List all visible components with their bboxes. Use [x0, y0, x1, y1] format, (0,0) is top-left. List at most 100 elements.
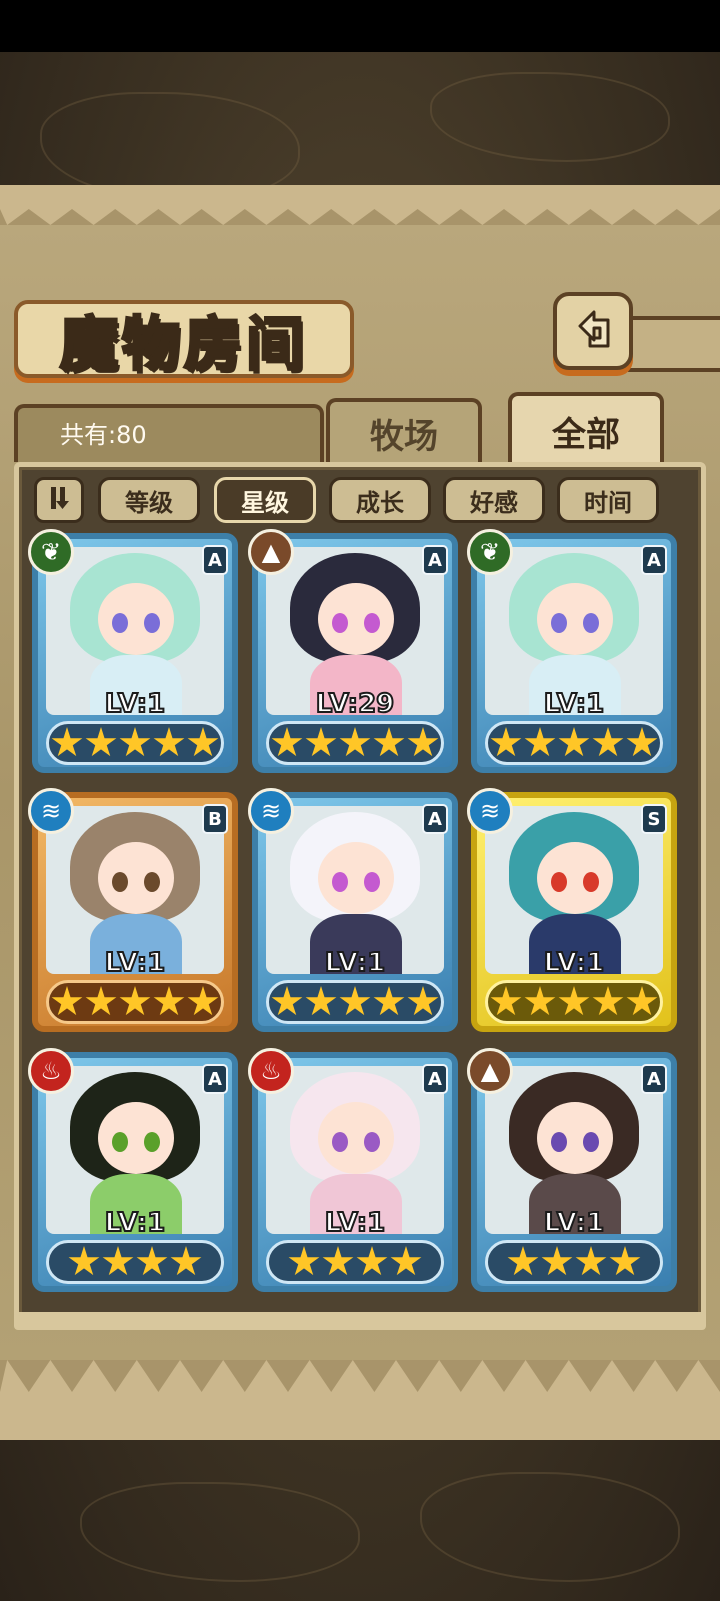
star-icon: [153, 727, 185, 757]
portrait-eye: [364, 872, 380, 892]
monster-count: 共有:80: [60, 421, 147, 449]
rank-badge: A: [641, 545, 667, 575]
star-icon: [524, 727, 556, 757]
monster-card[interactable]: ❦ A LV:1: [28, 529, 238, 773]
star-icon: [170, 1246, 202, 1276]
rank-badge: A: [422, 545, 448, 575]
portrait-face: [98, 583, 174, 655]
monster-level: LV:1: [104, 1207, 166, 1239]
sort-by-level-button[interactable]: 等级: [98, 477, 200, 523]
star-rating: [266, 721, 444, 765]
monster-level: LV:1: [104, 688, 166, 720]
sort-order-icon: [44, 483, 74, 517]
portrait-eye: [112, 872, 128, 892]
portrait-face: [318, 583, 394, 655]
portrait-face: [537, 583, 613, 655]
sort-by-star-button[interactable]: 星级: [214, 477, 316, 523]
star-icon: [626, 986, 658, 1016]
monster-card[interactable]: ♨ A LV:1: [248, 1048, 458, 1292]
star-rating: [485, 721, 663, 765]
star-icon: [271, 727, 303, 757]
portrait-eye: [551, 613, 567, 633]
earth-element-icon: ▲: [248, 529, 294, 575]
sort-by-affinity-button[interactable]: 好感: [443, 477, 545, 523]
star-icon: [339, 727, 371, 757]
portrait-face: [98, 1102, 174, 1174]
tab-all[interactable]: 全部: [508, 392, 664, 466]
rank-badge: A: [641, 1064, 667, 1094]
portrait-eye: [364, 613, 380, 633]
star-rating: [46, 1240, 224, 1284]
monster-card[interactable]: ▲ A LV:1: [467, 1048, 677, 1292]
star-icon: [507, 1246, 539, 1276]
sort-by-growth-button[interactable]: 成长: [329, 477, 431, 523]
portrait-face: [318, 842, 394, 914]
portrait-eye: [332, 613, 348, 633]
portrait-eye: [112, 613, 128, 633]
monster-card[interactable]: ▲ A LV:29: [248, 529, 458, 773]
rank-badge: A: [422, 1064, 448, 1094]
star-rating: [485, 1240, 663, 1284]
star-icon: [339, 986, 371, 1016]
star-icon: [305, 986, 337, 1016]
star-icon: [407, 727, 439, 757]
star-icon: [592, 986, 624, 1016]
star-icon: [51, 727, 83, 757]
sort-label: 星级: [241, 488, 289, 517]
star-icon: [541, 1246, 573, 1276]
portrait-eye: [144, 1132, 160, 1152]
portrait-eye: [144, 613, 160, 633]
sort-by-time-button[interactable]: 时间: [557, 477, 659, 523]
portrait-eye: [332, 872, 348, 892]
fire-element-icon: ♨: [248, 1048, 294, 1094]
tab-ranch[interactable]: 牧场: [326, 398, 482, 464]
sort-label: 等级: [125, 488, 173, 517]
star-rating: [46, 980, 224, 1024]
star-icon: [305, 727, 337, 757]
earth-element-icon: ▲: [467, 1048, 513, 1094]
portrait-face: [537, 842, 613, 914]
star-icon: [490, 986, 522, 1016]
return-arrow-icon: [568, 304, 618, 358]
star-icon: [85, 986, 117, 1016]
fire-element-icon: ♨: [28, 1048, 74, 1094]
portrait-eye: [364, 1132, 380, 1152]
rank-badge: A: [202, 1064, 228, 1094]
sort-label: 时间: [584, 488, 632, 517]
monster-card[interactable]: ≋ A LV:1: [248, 788, 458, 1032]
star-rating: [485, 980, 663, 1024]
star-icon: [271, 986, 303, 1016]
portrait-eye: [551, 872, 567, 892]
monster-level: LV:1: [543, 688, 605, 720]
monster-card[interactable]: ♨ A LV:1: [28, 1048, 238, 1292]
star-icon: [119, 986, 151, 1016]
star-icon: [490, 727, 522, 757]
monster-level: LV:1: [543, 1207, 605, 1239]
rank-badge: B: [202, 804, 228, 834]
monster-card[interactable]: ≋ B LV:1: [28, 788, 238, 1032]
monster-card[interactable]: ❦ A LV:1: [467, 529, 677, 773]
rank-badge: A: [202, 545, 228, 575]
rank-badge: A: [422, 804, 448, 834]
title-plaque: 魔物房间: [14, 300, 354, 380]
portrait-eye: [332, 1132, 348, 1152]
star-icon: [187, 986, 219, 1016]
monster-card[interactable]: ≋ S LV:1: [467, 788, 677, 1032]
rank-badge: S: [641, 804, 667, 834]
portrait-eye: [583, 1132, 599, 1152]
back-button[interactable]: [553, 292, 633, 370]
star-rating: [266, 980, 444, 1024]
star-icon: [626, 727, 658, 757]
star-icon: [85, 727, 117, 757]
frame-bottom-rail: [14, 1312, 706, 1330]
star-icon: [558, 986, 590, 1016]
star-icon: [51, 986, 83, 1016]
star-icon: [119, 727, 151, 757]
portrait-eye: [583, 872, 599, 892]
sort-order-toggle[interactable]: [34, 477, 84, 523]
page-title: 魔物房间: [58, 309, 308, 380]
star-icon: [373, 986, 405, 1016]
star-icon: [136, 1246, 168, 1276]
leaf-element-icon: ❦: [28, 529, 74, 575]
star-icon: [373, 727, 405, 757]
